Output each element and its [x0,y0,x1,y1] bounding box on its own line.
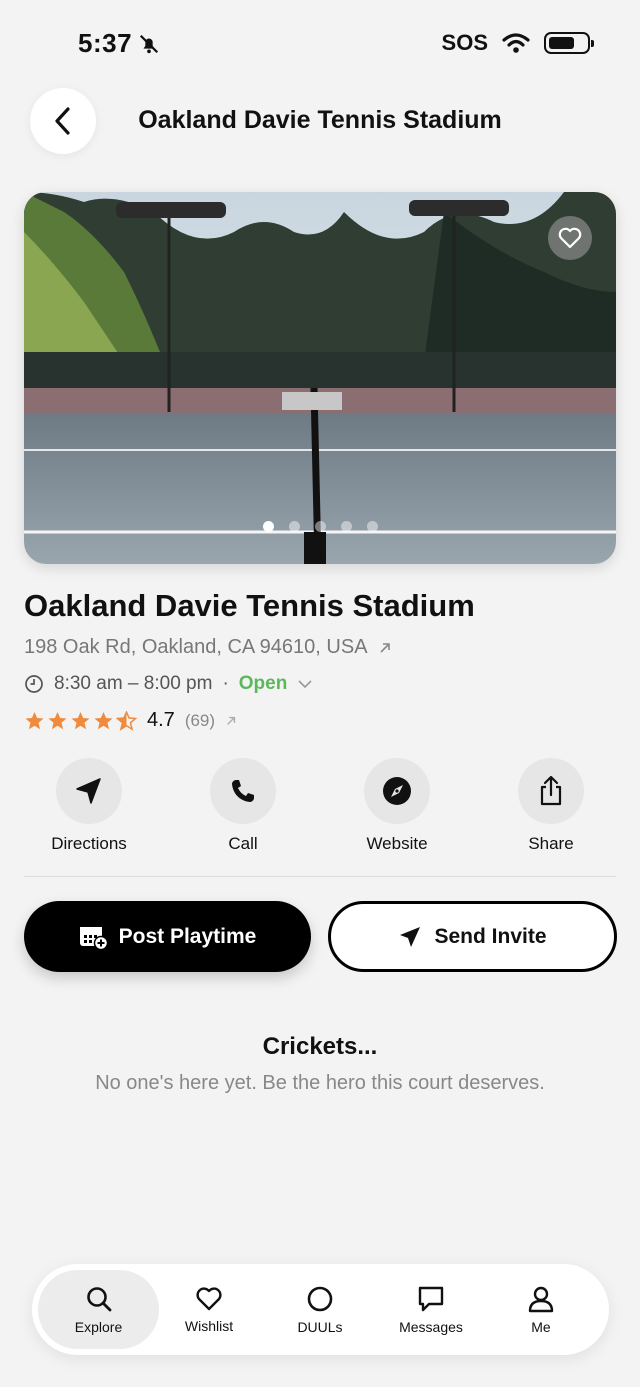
rating-score: 4.7 [147,709,175,731]
wifi-icon [502,33,530,53]
hours-row[interactable]: 8:30 am – 8:00 pm · Open [24,673,313,695]
tab-label: Messages [399,1318,463,1335]
hours-text: 8:30 am – 8:00 pm [54,673,213,694]
open-status: Open [238,673,288,694]
bell-muted-icon [139,34,159,53]
gallery-pager [24,521,616,532]
directions-action[interactable]: Directions [29,758,149,854]
website-button[interactable] [364,758,430,824]
arrow-up-right-icon [227,716,236,725]
action-label: Directions [51,834,127,853]
arrow-up-right-icon [379,642,390,653]
star-icon [116,710,137,731]
status-bar: 5:37 SOS [0,0,640,88]
tab-messages[interactable]: Messages [376,1270,486,1349]
rating-count: (69) [184,710,216,730]
pager-dot[interactable] [314,521,326,532]
person-icon [528,1286,554,1312]
pager-dot[interactable] [288,521,300,532]
phone-icon [232,780,254,802]
heart-icon [196,1286,222,1310]
time-label: 5:37 [78,28,133,58]
pager-dot[interactable] [262,521,274,532]
favorite-button[interactable] [548,216,592,260]
website-action[interactable]: Website [337,758,457,854]
photo-gallery[interactable] [24,192,616,564]
action-label: Share [528,834,574,853]
empty-state-title: Crickets... [262,1033,378,1060]
directions-button[interactable] [56,758,122,824]
compass-icon [383,777,411,805]
carrier-label: SOS [441,30,488,55]
call-button[interactable] [210,758,276,824]
status-time: 5:37 [78,28,160,59]
tab-label: DUULs [297,1318,343,1335]
call-action[interactable]: Call [183,758,303,854]
navigation-arrow-icon [76,778,101,804]
tab-label: Wishlist [184,1317,234,1334]
clock-icon [25,675,43,693]
separator: · [222,673,229,694]
empty-state-subtitle: No one's here yet. Be the hero this cour… [95,1072,545,1094]
action-label: Website [366,834,428,853]
pager-dot[interactable] [340,521,352,532]
send-invite-button[interactable]: Send Invite [328,901,617,972]
tab-me[interactable]: Me [486,1270,596,1349]
chevron-down-icon [298,680,312,689]
venue-name: Oakland Davie Tennis Stadium [24,588,475,623]
star-icon [94,711,113,729]
tab-duuls[interactable]: DUULs [265,1270,375,1349]
send-icon [400,926,421,947]
action-label: Call [228,834,258,853]
court-photo [24,192,616,564]
status-indicators: SOS [441,30,594,56]
star-icon [71,711,90,729]
rating-link[interactable]: 4.7 (69) [24,709,237,732]
post-playtime-label: Post Playtime [118,924,257,948]
divider [24,876,616,877]
quick-actions: Directions Call Website Share [24,758,616,858]
post-playtime-button[interactable]: Post Playtime [24,901,311,972]
heart-icon [558,227,582,249]
calendar-add-icon [79,926,108,950]
tab-bar: Explore Wishlist DUULs Messages Me [32,1264,609,1355]
search-icon [86,1286,111,1311]
share-button[interactable] [518,758,584,824]
tab-label: Me [531,1318,551,1335]
send-invite-label: Send Invite [434,924,547,948]
pager-dot[interactable] [366,521,378,532]
page-title: Oakland Davie Tennis Stadium [138,106,502,134]
message-icon [418,1286,444,1311]
address-text: 198 Oak Rd, Oakland, CA 94610, USA [24,636,368,658]
battery-icon [544,32,594,54]
tab-wishlist[interactable]: Wishlist [154,1270,264,1349]
tab-explore[interactable]: Explore [38,1270,159,1349]
star-icon [48,711,67,729]
address-link[interactable]: 198 Oak Rd, Oakland, CA 94610, USA [24,636,392,659]
star-rating [24,710,137,731]
star-icon [25,711,44,729]
circle-icon [307,1286,333,1311]
header: Oakland Davie Tennis Stadium [0,88,640,154]
share-icon [540,775,562,806]
tab-label: Explore [74,1318,123,1335]
share-action[interactable]: Share [491,758,611,854]
